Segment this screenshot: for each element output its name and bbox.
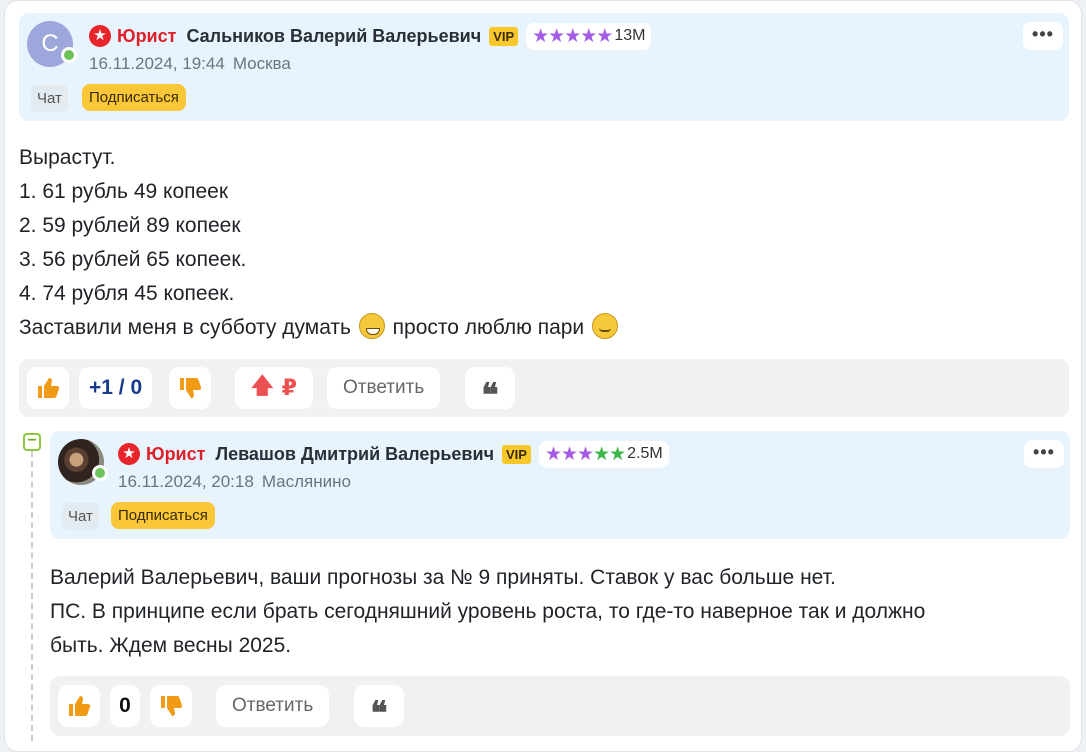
rating-value: 13M [614,27,646,44]
post-date: 16.11.2024, 20:18 [118,472,254,491]
subscribe-button[interactable]: Подписаться [82,84,186,111]
author-role[interactable]: Юрист [117,26,176,47]
comment-line: Валерий Валерьевич, ваши прогнозы за № 9… [50,566,836,589]
reply-header: ★ Юрист Левашов Дмитрий Валерьевич VIP ★… [50,431,1070,539]
thumbs-up-icon[interactable] [27,367,69,409]
quote-icon[interactable]: ❝ [465,367,515,414]
author-city: Москва [232,54,291,73]
rating-stars-icon: ★★★★★ [532,25,613,47]
chat-button[interactable]: Чат [62,503,99,530]
vote-score: +1 / 0 [79,367,153,409]
ruble-icon: ₽ [281,375,297,400]
comment-text: Заставили меня в субботу думать [19,316,357,339]
comment-line: Вырастут. [19,146,116,169]
post-meta: 16.11.2024, 19:44 Москва [89,54,291,74]
thread-line [31,441,33,741]
collapse-thread-button[interactable]: − [23,433,41,451]
vip-badge: VIP [502,444,531,464]
author-name[interactable]: Левашов Дмитрий Валерьевич [215,444,494,465]
grinning-emoji-icon [358,313,385,339]
reply-body: Валерий Валерьевич, ваши прогнозы за № 9… [50,561,925,663]
online-status-icon [61,47,77,63]
comments-card: С ★ Юрист Сальников Валерий Валерьевич V… [4,0,1082,752]
chat-button[interactable]: Чат [31,85,68,112]
more-options-button[interactable]: ••• [1024,440,1064,468]
arrow-up-icon: 🡅 [251,373,274,398]
comment-line: ПС. В принципе если брать сегодняшний ур… [50,600,926,623]
thumbs-down-icon[interactable] [169,367,211,409]
comment-line: быть. Ждем весны 2025. [50,634,292,657]
comment-line: 4. 74 рубля 45 копеек. [19,282,235,305]
red-star-badge-icon: ★ [118,443,140,465]
reply-actions: 0 Ответить ❝ [50,676,1070,736]
comment-text: просто люблю пари [386,316,590,339]
comment-actions: +1 / 0 🡅 ₽ Ответить ❝ [19,359,1069,417]
post-date: 16.11.2024, 19:44 [89,54,225,73]
post-meta: 16.11.2024, 20:18 Маслянино [118,472,351,492]
subscribe-button[interactable]: Подписаться [111,502,215,529]
comment-line: 2. 59 рублей 89 копеек [19,214,241,237]
author-name[interactable]: Сальников Валерий Валерьевич [186,26,481,47]
reply-button[interactable]: Ответить [216,685,330,727]
author-city: Маслянино [261,472,351,491]
thumbs-up-icon[interactable] [58,685,100,727]
rating-badge: ★★★★★ 13M [526,22,652,50]
quote-icon[interactable]: ❝ [354,685,404,732]
comment-body: Вырастут. 1. 61 рубль 49 копеек 2. 59 ру… [19,141,620,345]
vote-score: 0 [110,685,140,727]
more-options-button[interactable]: ••• [1023,22,1063,50]
rating-badge: ★★★★★ 2.5M [538,440,669,468]
online-status-icon [92,465,108,481]
comment-line: 1. 61 рубль 49 копеек [19,180,229,203]
red-star-badge-icon: ★ [89,25,111,47]
rating-stars-icon: ★★★★★ [544,443,626,465]
donate-button[interactable]: 🡅 ₽ [235,367,313,409]
vip-badge: VIP [489,26,519,46]
reply-button[interactable]: Ответить [327,367,441,409]
author-line: ★ Юрист Левашов Дмитрий Валерьевич VIP ★… [118,440,669,468]
rating-value: 2.5M [627,445,663,462]
comment-line: Заставили меня в субботу думать просто л… [19,311,620,345]
comment-header: С ★ Юрист Сальников Валерий Валерьевич V… [19,13,1069,121]
winking-emoji-icon [592,313,618,339]
comment-line: 3. 56 рублей 65 копеек. [19,248,247,271]
author-role[interactable]: Юрист [146,444,205,465]
author-line: ★ Юрист Сальников Валерий Валерьевич VIP… [89,22,652,50]
thumbs-down-icon[interactable] [150,685,192,727]
